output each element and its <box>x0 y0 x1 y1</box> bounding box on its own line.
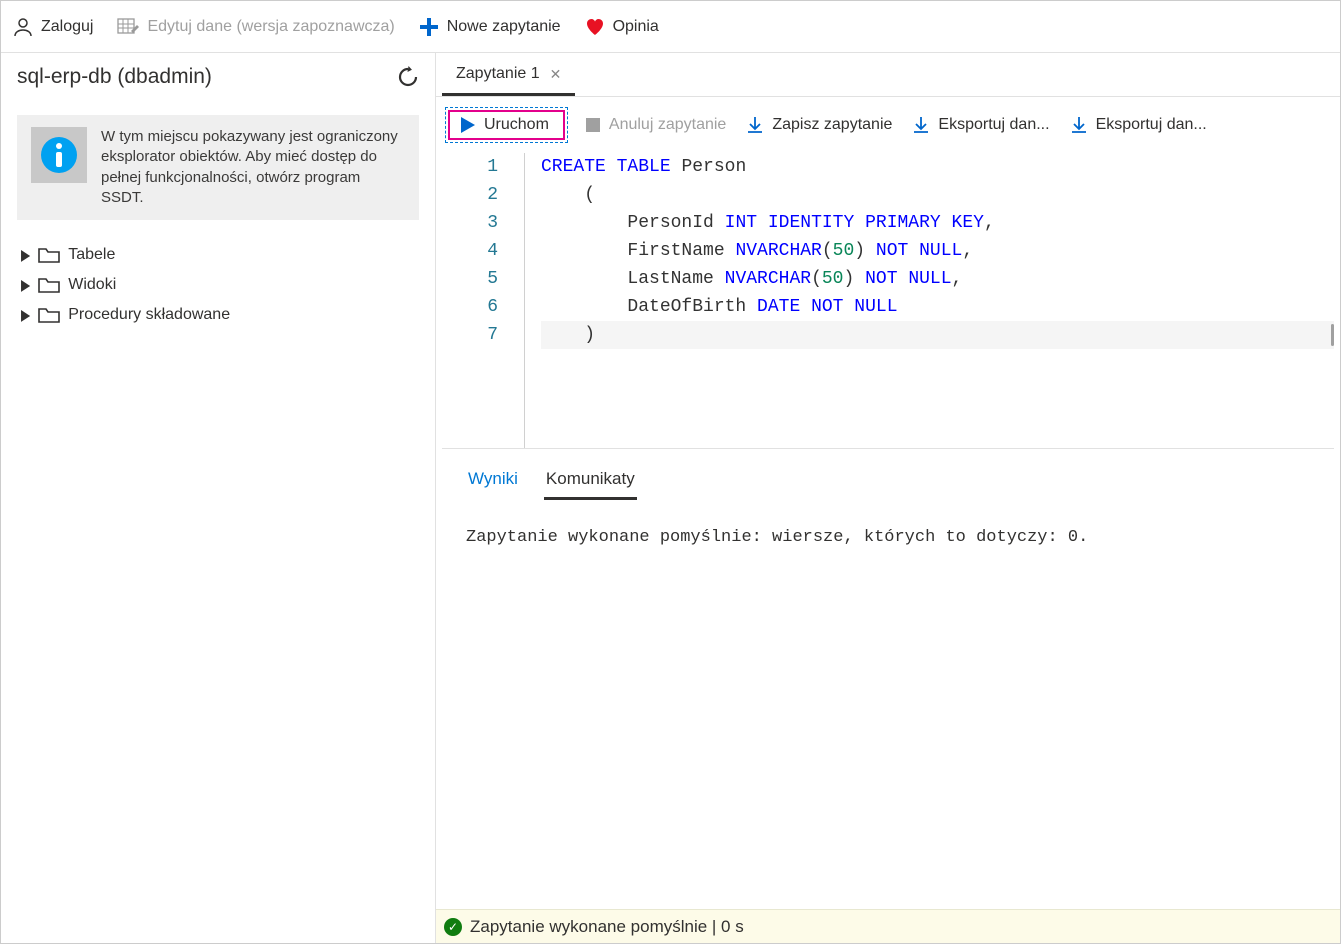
download-icon <box>1070 116 1088 134</box>
run-button[interactable]: Uruchom <box>448 110 565 140</box>
tree-label: Widoki <box>68 276 116 294</box>
info-icon <box>39 135 79 175</box>
query-actionbar: Uruchom Anuluj zapytanie Zapisz zapytani… <box>436 97 1340 153</box>
export-data-button-2[interactable]: Eksportuj dan... <box>1070 116 1207 134</box>
download-icon <box>746 116 764 134</box>
status-bar: ✓ Zapytanie wykonane pomyślnie | 0 s <box>436 909 1340 943</box>
info-box: W tym miejscu pokazywany jest ograniczon… <box>17 115 419 220</box>
login-button[interactable]: Zaloguj <box>13 17 93 37</box>
line-number: 3 <box>442 209 498 237</box>
edit-data-button[interactable]: Edytuj dane (wersja zapoznawcza) <box>117 17 394 37</box>
tree-item-sprocs[interactable]: ▶ Procedury składowane <box>21 300 435 330</box>
caret-icon: ▶ <box>21 306 30 324</box>
edit-data-label: Edytuj dane (wersja zapoznawcza) <box>147 18 394 36</box>
save-query-button[interactable]: Zapisz zapytanie <box>746 116 892 134</box>
query-tabs: Zapytanie 1 ✕ <box>436 53 1340 97</box>
main-area: sql-erp-db (dbadmin) W tym miejscu pokaz… <box>1 53 1340 943</box>
stop-icon <box>585 117 601 133</box>
object-explorer: sql-erp-db (dbadmin) W tym miejscu pokaz… <box>1 53 436 943</box>
sidebar-header: sql-erp-db (dbadmin) <box>1 61 435 99</box>
code-line[interactable]: LastName NVARCHAR(50) NOT NULL, <box>541 265 1334 293</box>
folder-icon <box>38 306 60 324</box>
table-edit-icon <box>117 17 139 37</box>
cancel-label: Anuluj zapytanie <box>609 116 726 134</box>
line-number: 4 <box>442 237 498 265</box>
feedback-button[interactable]: Opinia <box>585 17 659 37</box>
code-line[interactable]: DateOfBirth DATE NOT NULL <box>541 293 1334 321</box>
tree-item-views[interactable]: ▶ Widoki <box>21 270 435 300</box>
export2-label: Eksportuj dan... <box>1096 116 1207 134</box>
line-number-gutter: 1234567 <box>442 153 522 448</box>
line-number: 1 <box>442 153 498 181</box>
tab-messages[interactable]: Komunikaty <box>544 461 637 500</box>
info-icon-wrap <box>31 127 87 183</box>
download-icon <box>912 116 930 134</box>
new-query-button[interactable]: Nowe zapytanie <box>419 17 561 37</box>
feedback-label: Opinia <box>613 18 659 36</box>
results-panel: Wyniki Komunikaty Zapytanie wykonane pom… <box>436 449 1340 909</box>
line-number: 6 <box>442 293 498 321</box>
code-line[interactable]: PersonId INT IDENTITY PRIMARY KEY, <box>541 209 1334 237</box>
top-toolbar: Zaloguj Edytuj dane (wersja zapoznawcza)… <box>1 1 1340 53</box>
results-tabs: Wyniki Komunikaty <box>466 461 1310 500</box>
save-label: Zapisz zapytanie <box>772 116 892 134</box>
login-label: Zaloguj <box>41 18 93 36</box>
tree-label: Procedury składowane <box>68 306 230 324</box>
tree-label: Tabele <box>68 246 115 264</box>
heart-icon <box>585 17 605 37</box>
person-icon <box>13 17 33 37</box>
status-text: Zapytanie wykonane pomyślnie | 0 s <box>470 917 744 937</box>
cancel-query-button[interactable]: Anuluj zapytanie <box>585 116 726 134</box>
folder-icon <box>38 276 60 294</box>
info-text: W tym miejscu pokazywany jest ograniczon… <box>101 127 405 208</box>
plus-icon <box>419 17 439 37</box>
export1-label: Eksportuj dan... <box>938 116 1049 134</box>
content-area: Zapytanie 1 ✕ Uruchom Anuluj zapytanie Z… <box>436 53 1340 943</box>
caret-icon: ▶ <box>21 246 30 264</box>
code-line[interactable]: CREATE TABLE Person <box>541 153 1334 181</box>
export-data-button-1[interactable]: Eksportuj dan... <box>912 116 1049 134</box>
code-line[interactable]: FirstName NVARCHAR(50) NOT NULL, <box>541 237 1334 265</box>
tab-label: Zapytanie 1 <box>456 65 540 83</box>
line-number: 5 <box>442 265 498 293</box>
sql-editor[interactable]: 1234567 CREATE TABLE Person ( PersonId I… <box>442 153 1334 449</box>
db-title: sql-erp-db (dbadmin) <box>17 65 212 89</box>
line-number: 2 <box>442 181 498 209</box>
run-label: Uruchom <box>484 116 549 134</box>
folder-icon <box>38 246 60 264</box>
tab-results[interactable]: Wyniki <box>466 461 520 500</box>
refresh-icon[interactable] <box>397 66 419 88</box>
app-window: Zaloguj Edytuj dane (wersja zapoznawcza)… <box>0 0 1341 944</box>
object-tree: ▶ Tabele ▶ Widoki ▶ Procedury składowane <box>1 240 435 330</box>
caret-icon: ▶ <box>21 276 30 294</box>
play-icon <box>460 116 476 134</box>
code-line[interactable]: ( <box>541 181 1334 209</box>
result-message: Zapytanie wykonane pomyślnie: wiersze, k… <box>466 500 1310 909</box>
code-line[interactable]: ) <box>541 321 1334 349</box>
code-area[interactable]: CREATE TABLE Person ( PersonId INT IDENT… <box>524 153 1334 448</box>
new-query-label: Nowe zapytanie <box>447 18 561 36</box>
tree-item-tables[interactable]: ▶ Tabele <box>21 240 435 270</box>
tab-query-1[interactable]: Zapytanie 1 ✕ <box>442 55 575 96</box>
close-icon[interactable]: ✕ <box>550 66 562 83</box>
checkmark-icon: ✓ <box>444 918 462 936</box>
line-number: 7 <box>442 321 498 349</box>
